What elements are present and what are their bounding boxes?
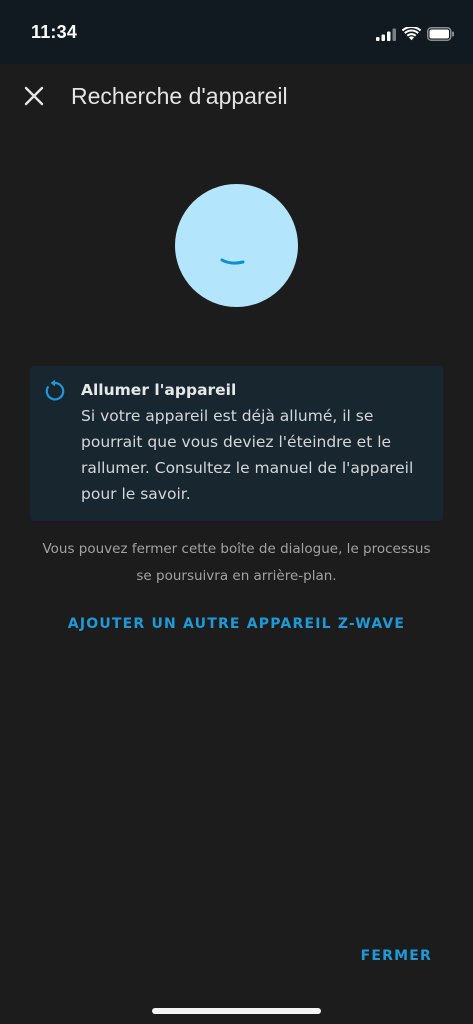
battery-icon	[427, 26, 455, 45]
add-another-zwave-device-button[interactable]: AJOUTER UN AUTRE APPAREIL Z-WAVE	[0, 616, 473, 632]
info-alert: Allumer l'appareil Si votre appareil est…	[30, 366, 443, 521]
background-process-hint: Vous pouvez fermer cette boîte de dialog…	[42, 541, 431, 584]
device-search-circle	[175, 184, 298, 307]
status-icons	[376, 25, 455, 45]
cellular-signal-icon	[376, 26, 396, 45]
info-title: Allumer l'appareil	[81, 381, 237, 399]
loading-spinner-icon	[219, 254, 247, 273]
status-time: 11:34	[31, 22, 78, 42]
close-button[interactable]	[16, 80, 52, 116]
status-bar: 11:34	[0, 0, 473, 64]
close-icon	[24, 86, 44, 110]
page-title: Recherche d'appareil	[71, 83, 288, 109]
info-text: Si votre appareil est déjà allumé, il se…	[81, 407, 414, 503]
close-text-button[interactable]: FERMER	[361, 948, 432, 964]
dialog-header: Recherche d'appareil	[0, 64, 473, 130]
wifi-icon	[401, 25, 422, 45]
power-cycle-icon	[43, 379, 67, 403]
home-indicator[interactable]	[152, 1008, 321, 1014]
